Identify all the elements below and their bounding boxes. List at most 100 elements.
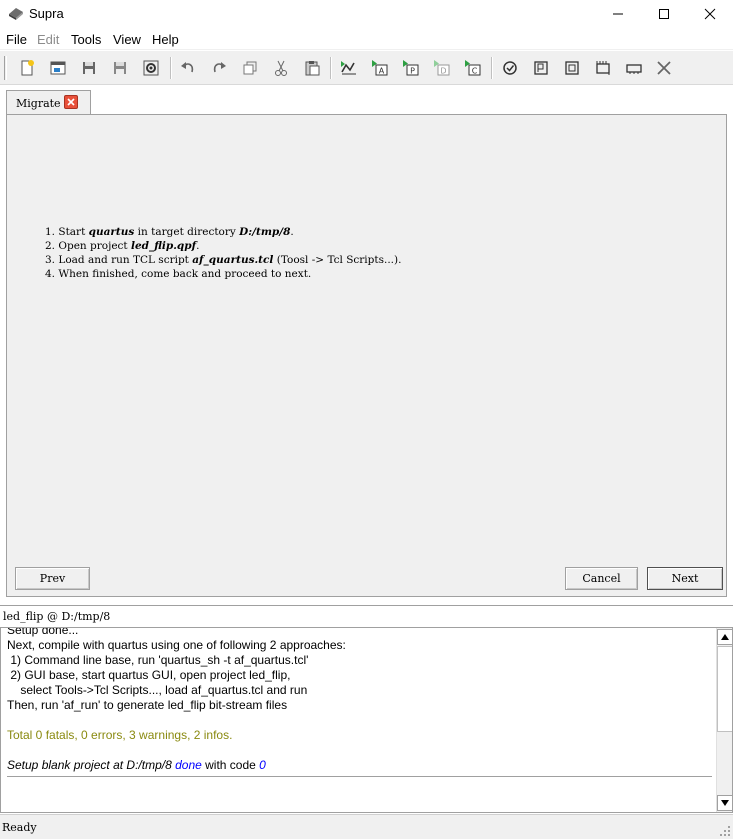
run-d-icon: D — [434, 60, 450, 76]
cancel-button[interactable]: Cancel — [565, 567, 638, 590]
toolbar-separator — [491, 57, 493, 79]
close-icon — [704, 8, 716, 20]
step-text: When finished, come back and proceed to … — [58, 268, 312, 280]
new-file-icon — [21, 60, 34, 76]
menu-file[interactable]: File — [6, 32, 27, 47]
log-scrollbar[interactable] — [716, 628, 732, 812]
arrow-up-icon — [721, 634, 729, 640]
log-content: Setup done... Next, compile with quartus… — [7, 627, 707, 773]
step-item: 2. Open project led_flip.qpf. — [45, 239, 401, 253]
supra-logo-icon — [9, 8, 23, 20]
board-icon — [565, 61, 579, 75]
close-x-button[interactable] — [654, 58, 674, 78]
board-button[interactable] — [562, 58, 582, 78]
close-x-icon — [657, 61, 671, 75]
maximize-icon — [659, 9, 669, 19]
step-text: Start — [58, 226, 89, 238]
step-command: quartus — [88, 226, 135, 238]
log-output[interactable]: Setup done... Next, compile with quartus… — [0, 627, 733, 813]
tab-close-button[interactable] — [64, 95, 78, 109]
next-button[interactable]: Next — [647, 567, 723, 590]
scroll-thumb[interactable] — [717, 646, 732, 732]
menu-tools[interactable]: Tools — [71, 32, 101, 47]
step-text: Open project — [58, 240, 131, 252]
undo-button[interactable] — [178, 58, 198, 78]
status-text: Ready — [2, 821, 37, 834]
tab-migrate[interactable]: Migrate — [6, 90, 91, 114]
prev-button[interactable]: Prev — [15, 567, 90, 590]
copy-button[interactable] — [240, 58, 260, 78]
toolbar-grip[interactable] — [4, 56, 7, 80]
check-icon — [503, 61, 517, 75]
maximize-button[interactable] — [641, 0, 687, 28]
settings-icon — [143, 60, 159, 76]
run-p-button[interactable]: P — [401, 58, 421, 78]
menu-help[interactable]: Help — [152, 32, 179, 47]
run-d-button[interactable]: D — [432, 58, 452, 78]
device-button[interactable] — [624, 58, 644, 78]
chip-button[interactable] — [593, 58, 613, 78]
run-a-icon: A — [372, 60, 388, 76]
arrow-down-icon — [721, 800, 729, 806]
save-icon — [83, 62, 95, 74]
step-text: . — [290, 226, 294, 238]
run-p-icon: P — [403, 60, 419, 76]
new-file-button[interactable] — [17, 58, 37, 78]
step-project-file: led_flip.qpf — [131, 240, 197, 252]
step-number: 4. — [45, 268, 56, 280]
menu-edit[interactable]: Edit — [37, 32, 59, 47]
menu-view[interactable]: View — [113, 32, 141, 47]
summary-code: 0 — [259, 758, 266, 772]
migrate-button[interactable] — [339, 58, 359, 78]
run-a-button[interactable]: A — [370, 58, 390, 78]
toolbar-separator — [330, 57, 332, 79]
step-number: 3. — [45, 254, 56, 266]
step-item: 4. When finished, come back and proceed … — [45, 267, 401, 281]
program-icon — [534, 61, 548, 75]
migrate-icon — [341, 61, 356, 75]
migrate-panel: 1. Start quartus in target directory D:/… — [6, 114, 727, 597]
log-line: 2) GUI base, start quartus GUI, open pro… — [7, 668, 291, 682]
instruction-steps: 1. Start quartus in target directory D:/… — [45, 225, 401, 281]
cut-button[interactable] — [271, 58, 291, 78]
save-as-button[interactable] — [110, 58, 130, 78]
log-line: 1) Command line base, run 'quartus_sh -t… — [7, 653, 309, 667]
check-button[interactable] — [500, 58, 520, 78]
scroll-down-button[interactable] — [717, 795, 732, 811]
window-title: Supra — [29, 6, 64, 21]
run-c-button[interactable]: C — [463, 58, 483, 78]
open-button[interactable] — [48, 58, 68, 78]
svg-text:C: C — [472, 67, 478, 76]
program-button[interactable] — [531, 58, 551, 78]
log-line: Setup done... — [7, 627, 79, 637]
scroll-up-button[interactable] — [717, 629, 732, 645]
minimize-icon — [613, 13, 623, 15]
step-directory: D:/tmp/8 — [239, 226, 291, 238]
minimize-button[interactable] — [595, 0, 641, 28]
log-line: Next, compile with quartus using one of … — [7, 638, 346, 652]
run-c-icon: C — [465, 60, 481, 76]
step-number: 1. — [45, 226, 56, 238]
cut-icon — [275, 60, 287, 76]
resize-grip-icon[interactable] — [719, 825, 731, 837]
step-text: (Toosl -> Tcl Scripts...). — [273, 254, 402, 266]
log-blank-line — [7, 713, 707, 728]
step-item: 3. Load and run TCL script af_quartus.tc… — [45, 253, 401, 267]
toolbar-separator — [170, 57, 172, 79]
project-label: led_flip @ D:/tmp/8 — [3, 610, 111, 623]
log-line: select Tools->Tcl Scripts..., load af_qu… — [7, 683, 308, 697]
settings-button[interactable] — [141, 58, 161, 78]
tab-strip: Migrate — [0, 86, 733, 114]
step-item: 1. Start quartus in target directory D:/… — [45, 225, 401, 239]
summary-done: done — [175, 758, 202, 772]
step-number: 2. — [45, 240, 56, 252]
close-button[interactable] — [687, 0, 733, 28]
save-button[interactable] — [79, 58, 99, 78]
chip-icon — [596, 61, 610, 75]
menu-bar: File Edit Tools View Help — [0, 28, 733, 50]
redo-button[interactable] — [209, 58, 229, 78]
redo-icon — [213, 62, 226, 73]
svg-text:P: P — [410, 67, 415, 76]
paste-button[interactable] — [302, 58, 322, 78]
copy-icon — [243, 61, 257, 75]
